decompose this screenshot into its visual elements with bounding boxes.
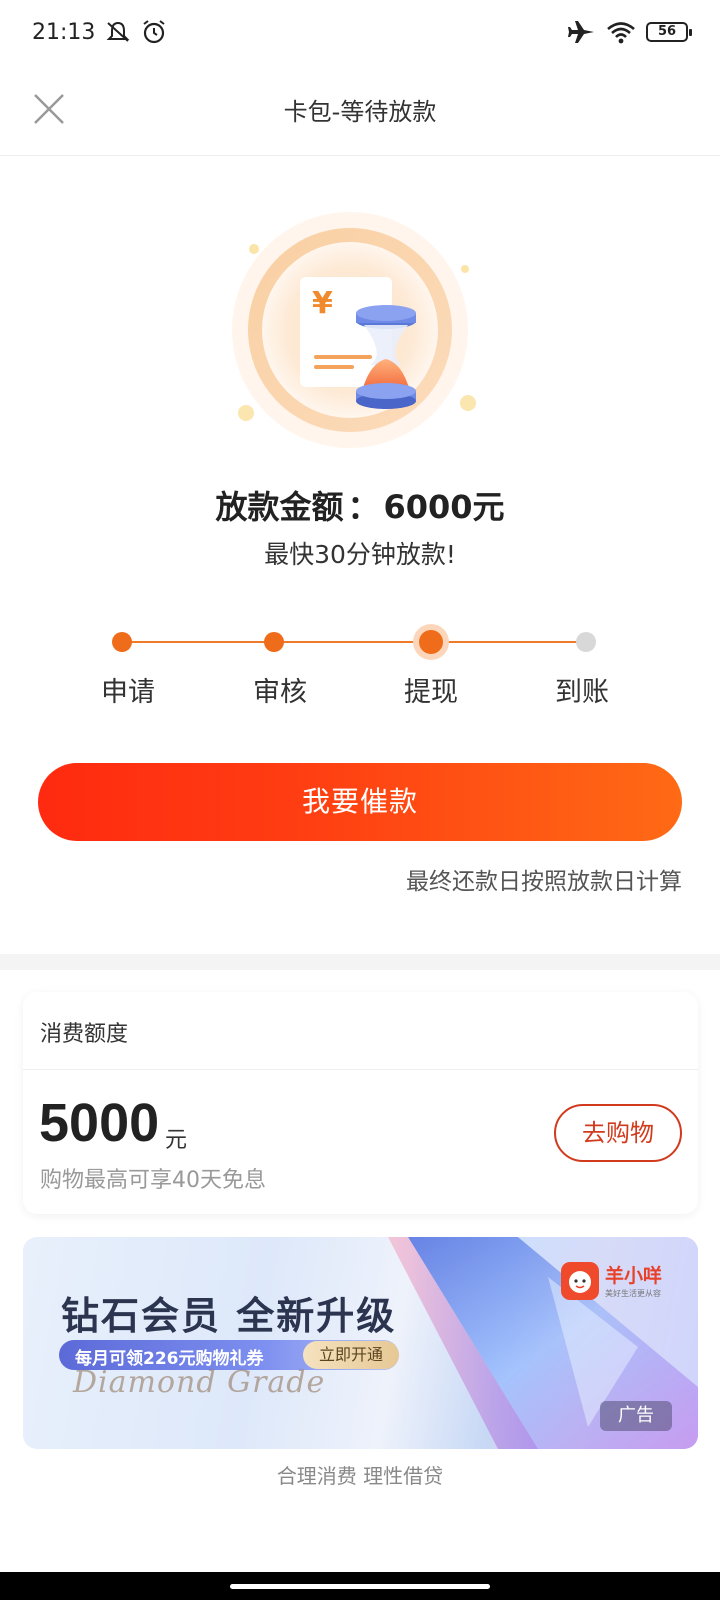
mute-bell-icon [106,21,130,42]
airplane-icon [568,21,594,43]
step-dot-apply [112,632,132,652]
ad-script-text: Diamond Grade [73,1365,326,1400]
loan-speed-note: 最快30分钟放款! [264,540,456,569]
battery-icon: 56 [646,22,692,42]
header: 卡包-等待放款 [0,64,720,156]
ad-headline: 钻石会员 全新升级 [61,1294,397,1338]
svg-text:¥: ¥ [312,286,333,321]
battery-level: 56 [657,24,677,39]
status-time: 21:13 [32,19,96,45]
step-dot-arrive [576,632,596,652]
progress-line-2 [274,641,431,643]
ad-tag: 广告 [600,1401,672,1431]
ad-brand-sub: 美好生活更从容 [605,1289,661,1298]
step-label-withdraw: 提现 [404,677,458,708]
page-title: 卡包-等待放款 [283,98,437,126]
home-indicator[interactable] [230,1584,490,1589]
credit-divider [23,1069,698,1070]
progress-line-1 [122,641,274,643]
wifi-icon [607,22,635,44]
credit-note: 购物最高可享40天免息 [40,1168,266,1193]
alarm-icon [143,20,166,44]
step-label-apply: 申请 [101,677,155,708]
step-dot-review [264,632,284,652]
credit-amount: 5000 [39,1093,160,1153]
sheep-logo-icon [561,1262,599,1300]
repayment-date-note: 最终还款日按照放款日计算 [406,869,682,895]
loan-amount-label: 放款金额 [215,488,344,526]
system-nav-bar [0,1572,720,1600]
credit-title: 消费额度 [40,1022,129,1047]
step-dot-withdraw [419,630,443,654]
ad-brand-name: 羊小咩 [605,1265,663,1287]
credit-limit-card: 消费额度 5000 元 购物最高可享40天免息 去购物 [23,992,698,1214]
status-bar: 21:13 56 [0,0,720,64]
step-label-arrive: 到账 [555,677,609,708]
loan-amount: 放款金额： 6000元 [0,482,720,528]
go-shopping-button[interactable]: 去购物 [554,1104,682,1162]
progress-line-3 [431,641,586,643]
urge-payout-button[interactable]: 我要催款 [38,763,682,841]
step-label-review: 审核 [253,677,307,708]
loan-amount-separator: ： [347,488,380,526]
ad-brand: 羊小咩 美好生活更从容 [561,1259,689,1303]
section-divider [0,954,720,970]
loan-amount-value: 6000元 [383,488,505,526]
credit-unit: 元 [165,1128,188,1153]
hourglass-bill-illustration: ¥ [232,212,476,448]
footer-slogan: 合理消费 理性借贷 [276,1464,444,1488]
ad-banner[interactable]: 钻石会员 全新升级 每月可领226元购物礼券 立即开通 Diamond Grad… [23,1237,698,1449]
